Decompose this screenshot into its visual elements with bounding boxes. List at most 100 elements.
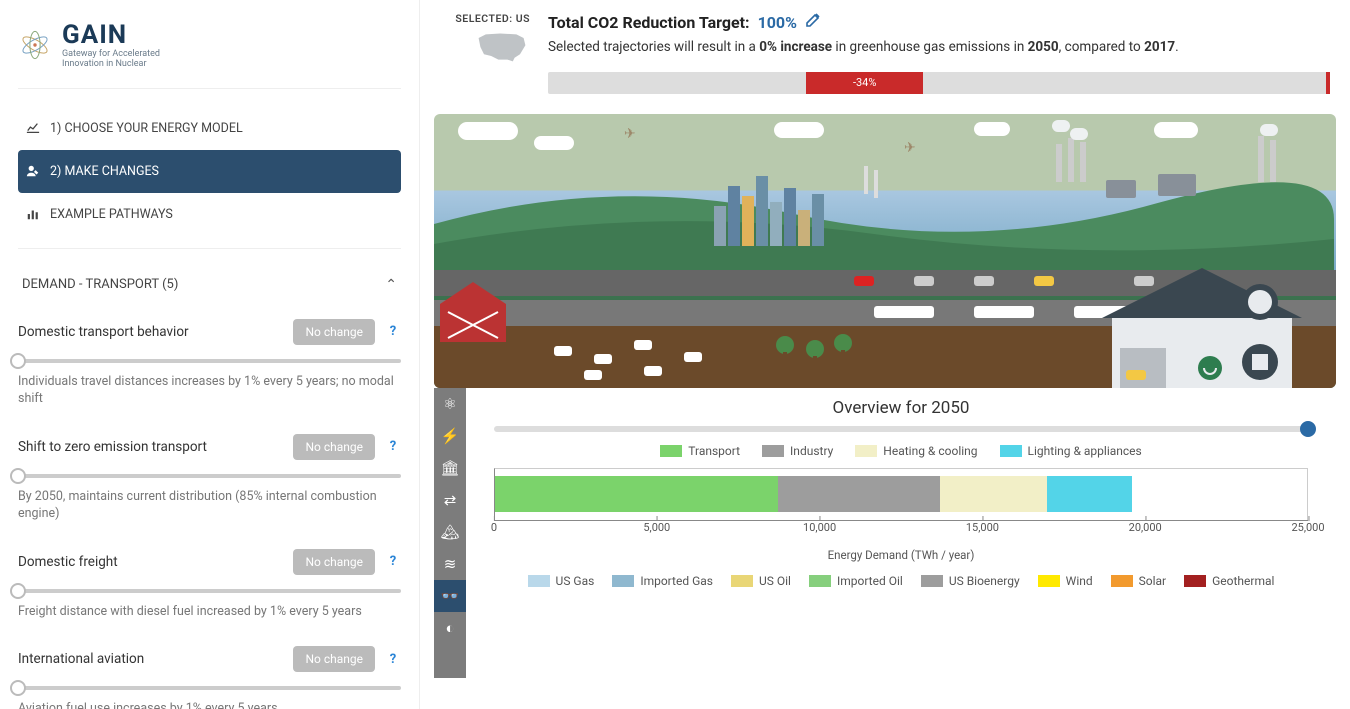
legend-item[interactable]: Solar [1111,574,1166,588]
lever: Domestic freight No change ? Freight dis… [18,539,401,637]
slider-thumb[interactable] [10,468,26,484]
us-map-icon [474,29,530,65]
lever-title: Shift to zero emission transport [18,439,207,455]
picker-shuffle[interactable]: ⇄ [434,484,466,516]
picker-wind[interactable]: ≋ [434,548,466,580]
axis-tick: 10,000 [803,521,836,534]
lever-badge[interactable]: No change [293,549,375,575]
demand-legend: Transport Industry Heating & cooling Lighti… [488,444,1314,458]
lever: Shift to zero emission transport No chan… [18,424,401,539]
progress-value: -34% [806,72,923,94]
lever-slider[interactable] [18,589,401,593]
chevron-up-icon: ⌃ [385,277,397,293]
edit-target-button[interactable] [805,12,821,32]
lever-badge[interactable]: No change [293,434,375,460]
help-icon[interactable]: ? [385,554,401,570]
legend-item[interactable]: Transport [660,444,740,458]
year-slider[interactable] [494,426,1308,432]
axis-tick: 0 [491,521,497,534]
logo-name: GAIN [62,20,160,50]
lever-desc: By 2050, maintains current distribution … [18,488,401,529]
supply-legend: US Gas Imported Gas US Oil Imported Oil US B… [488,574,1314,588]
sidebar: GAIN Gateway for Accelerated Innovation … [0,0,420,709]
title-text: Total CO2 Reduction Target: [548,13,750,32]
legend-item[interactable]: Heating & cooling [855,444,977,458]
lever-slider[interactable] [18,359,401,363]
lever-slider[interactable] [18,474,401,478]
slider-thumb[interactable] [10,680,26,696]
lever-desc: Individuals travel distances increases b… [18,373,401,414]
lever-slider[interactable] [18,686,401,690]
lever-desc: Aviation fuel use increases by 1% every … [18,700,401,709]
legend-item[interactable]: Geothermal [1184,574,1274,588]
axis-tick: 25,000 [1291,521,1324,534]
x-axis-label: Energy Demand (TWh / year) [488,548,1314,562]
legend-item[interactable]: Imported Gas [612,574,713,588]
legend-item[interactable]: US Gas [528,574,595,588]
bar-segment [495,476,778,512]
axis-tick: 15,000 [966,521,999,534]
picker-atom[interactable]: ⚛ [434,388,466,420]
selected-label: SELECTED: US [455,12,530,25]
lever: International aviation No change ? Aviat… [18,636,401,709]
axis-tick: 5,000 [643,521,670,534]
logo-text: GAIN Gateway for Accelerated Innovation … [62,20,160,70]
picker-pie[interactable]: ◐ [434,612,466,644]
logo-tagline2: Innovation in Nuclear [62,60,160,70]
emissions-progress-bar: -34% [548,72,1330,94]
picker-binoculars[interactable]: 👓 [434,580,466,612]
summary-text: Selected trajectories will result in a 0… [548,38,1330,58]
lever-title: Domestic transport behavior [18,324,189,340]
lever-badge[interactable]: No change [293,319,375,345]
year-slider-thumb[interactable] [1300,421,1316,437]
stacked-bar [494,468,1308,520]
house-icon [1092,258,1312,388]
page-title: Total CO2 Reduction Target: 100% [548,12,1330,32]
header: SELECTED: US Total CO2 Reduction Target:… [420,0,1350,102]
main: SELECTED: US Total CO2 Reduction Target:… [420,0,1350,709]
landscape-scene: ✈ ✈ ✈ [434,114,1336,388]
axis-tick: 20,000 [1129,521,1162,534]
legend-item[interactable]: Industry [762,444,833,458]
lever-title: Domestic freight [18,554,118,570]
lever-badge[interactable]: No change [293,646,375,672]
tab-label: EXAMPLE PATHWAYS [50,207,173,222]
chart-line-icon [26,121,40,135]
lever: Domestic transport behavior No change ? … [18,309,401,424]
legend-item[interactable]: Wind [1038,574,1093,588]
lever-desc: Freight distance with diesel fuel increa… [18,603,401,627]
picker-image[interactable]: 🏔 [434,516,466,548]
bar-segment [1047,476,1131,512]
legend-item[interactable]: US Oil [731,574,791,588]
accordion-title: DEMAND - TRANSPORT (5) [22,277,178,292]
legend-item[interactable]: Imported Oil [809,574,903,588]
tab-choose-model[interactable]: 1) CHOOSE YOUR ENERGY MODEL [18,107,401,150]
target-pct: 100% [758,13,797,32]
tab-make-changes[interactable]: 2) MAKE CHANGES [18,150,401,193]
bar-chart-icon [26,207,40,221]
edit-icon [805,12,821,28]
logo: GAIN Gateway for Accelerated Innovation … [18,10,401,89]
bar-segment [778,476,940,512]
legend-item[interactable]: US Bioenergy [921,574,1020,588]
tab-example-pathways[interactable]: EXAMPLE PATHWAYS [18,193,401,236]
slider-thumb[interactable] [10,353,26,369]
picker-pillar[interactable]: 🏛 [434,452,466,484]
help-icon[interactable]: ? [385,439,401,455]
help-icon[interactable]: ? [385,324,401,340]
accordion-demand-transport[interactable]: DEMAND - TRANSPORT (5) ⌃ [18,261,401,309]
tab-label: 1) CHOOSE YOUR ENERGY MODEL [50,121,243,136]
chart-title: Overview for 2050 [488,398,1314,418]
overview-chart: Overview for 2050 Transport Industry Heati… [466,388,1336,678]
legend-item[interactable]: Lighting & appliances [1000,444,1142,458]
bar-segment [940,476,1047,512]
chart-picker: ⚛ ⚡ 🏛 ⇄ 🏔 ≋ 👓 ◐ [434,388,466,678]
help-icon[interactable]: ? [385,651,401,667]
lever-title: International aviation [18,651,144,667]
user-edit-icon [26,164,40,178]
selected-region: SELECTED: US [440,12,530,94]
slider-thumb[interactable] [10,583,26,599]
logo-mark-icon [18,28,52,62]
tab-label: 2) MAKE CHANGES [50,164,159,179]
picker-bolt[interactable]: ⚡ [434,420,466,452]
